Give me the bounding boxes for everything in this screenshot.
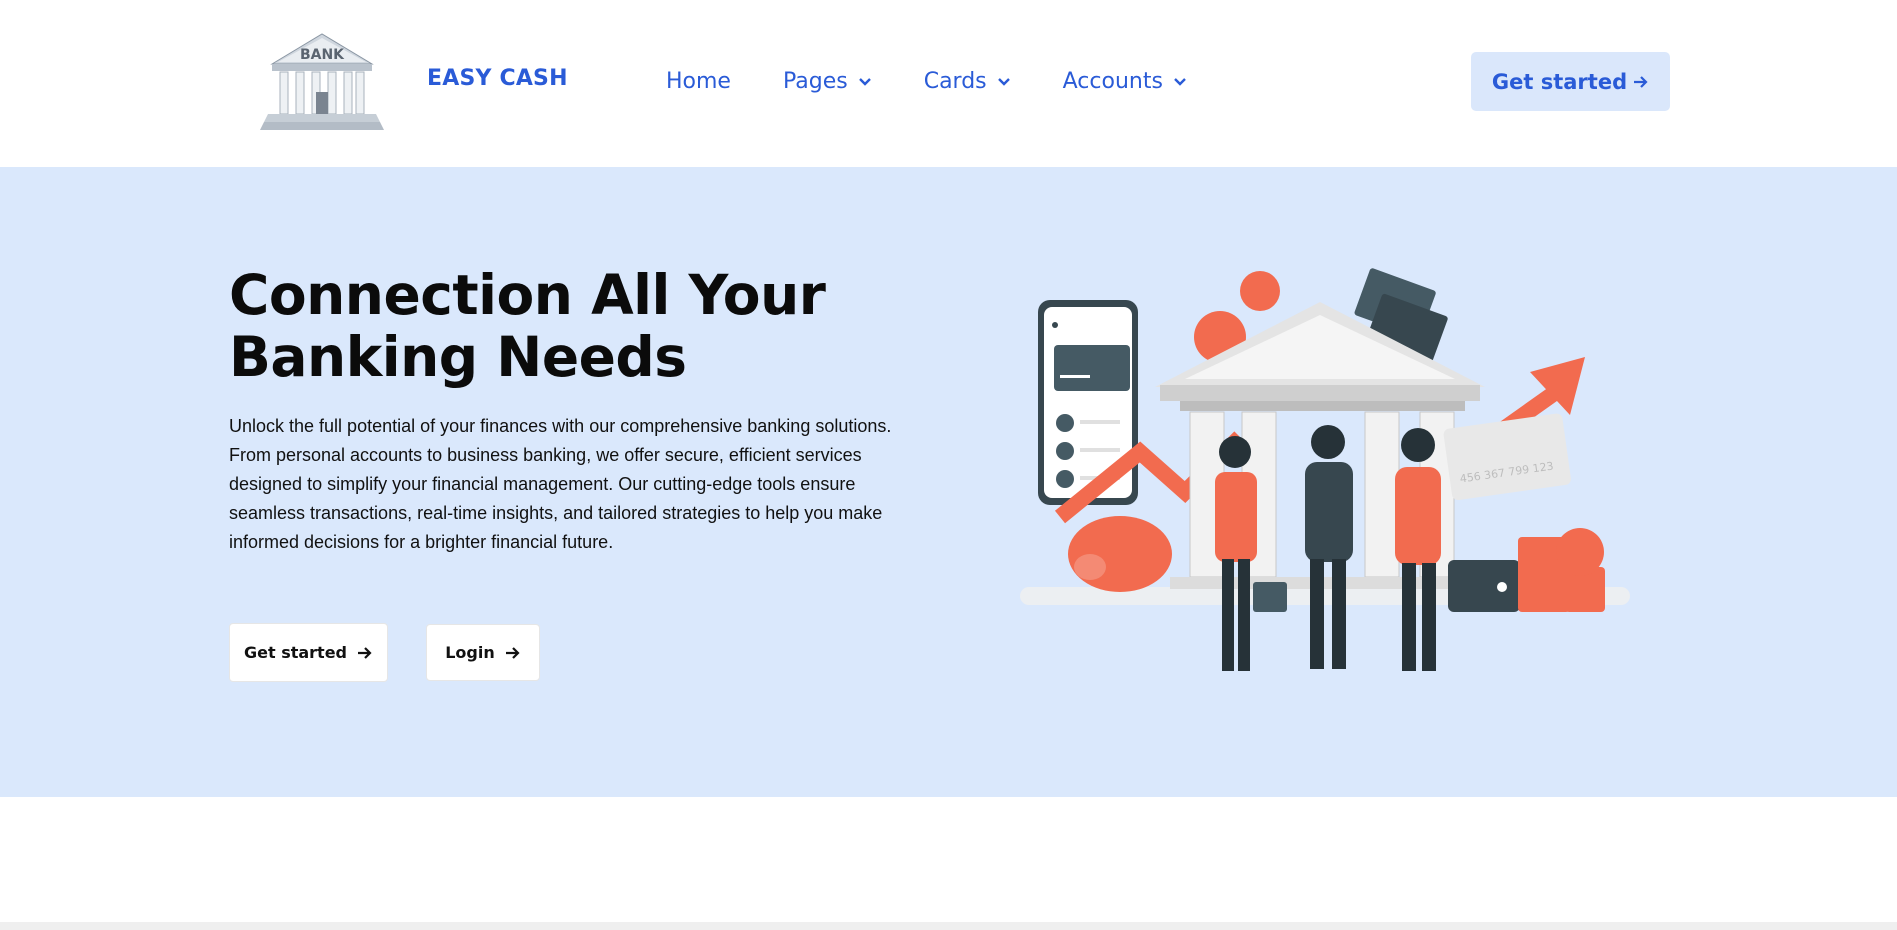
chevron-down-icon — [1174, 78, 1186, 86]
arrow-right-icon — [1634, 75, 1648, 88]
hero-section: Connection All Your Banking Needs Unlock… — [0, 167, 1897, 797]
nav-item-accounts[interactable]: Accounts — [1063, 69, 1187, 94]
nav-item-cards[interactable]: Cards — [924, 69, 1011, 94]
nav-item-home[interactable]: Home — [666, 69, 731, 94]
header-get-started-button[interactable]: Get started — [1471, 52, 1670, 111]
bank-logo-icon[interactable]: BANK — [258, 30, 386, 138]
arrow-right-icon — [505, 646, 520, 659]
banking-illustration: 456 367 799 123 — [1020, 268, 1630, 671]
hero-title: Connection All Your Banking Needs — [229, 264, 849, 388]
hero-get-started-button[interactable]: Get started — [229, 623, 388, 682]
page-bottom-divider — [0, 922, 1897, 930]
chevron-down-icon — [997, 78, 1010, 86]
hero-description: Unlock the full potential of your financ… — [229, 416, 892, 552]
chevron-down-icon — [858, 78, 871, 86]
site-header: BANK EASY CASH Home Pages Cards Accounts… — [0, 0, 1897, 167]
button-label: Login — [445, 643, 495, 662]
logo-bank-text: BANK — [300, 47, 345, 63]
nav-item-label: Pages — [782, 68, 848, 94]
hero-title-line2: Banking Needs — [229, 325, 687, 389]
main-nav: Home Pages Cards Accounts — [666, 64, 1239, 98]
arrow-right-icon — [358, 646, 372, 659]
nav-item-label: Home — [666, 68, 731, 94]
nav-item-pages[interactable]: Pages — [783, 69, 872, 94]
cta-label: Get started — [1491, 69, 1628, 94]
button-label: Get started — [243, 643, 347, 662]
brand-name[interactable]: EASY CASH — [427, 66, 568, 91]
nav-item-label: Accounts — [1062, 68, 1163, 94]
hero-title-line1: Connection All Your — [229, 263, 826, 327]
man-center-figure — [1305, 425, 1353, 669]
hero-login-button[interactable]: Login — [426, 624, 540, 681]
nav-item-label: Cards — [923, 68, 987, 94]
